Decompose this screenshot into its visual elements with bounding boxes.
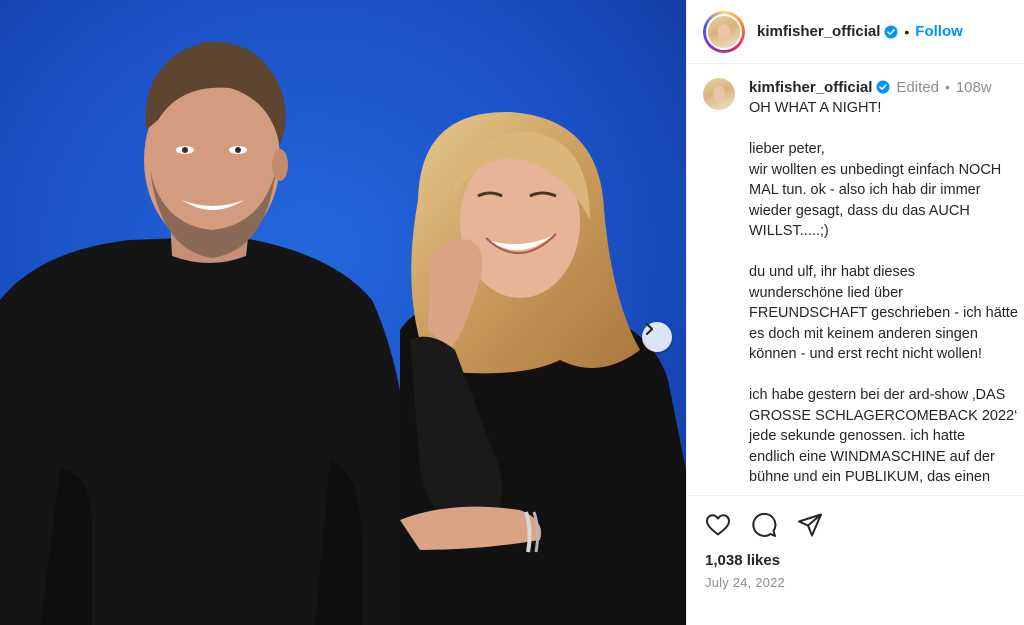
post-date[interactable]: July 24, 2022 — [705, 575, 785, 590]
verified-badge-icon — [876, 80, 890, 94]
photo-illustration — [0, 0, 686, 625]
post-side-panel: kimfisher_official • Follow kimfisher_of… — [686, 0, 1024, 625]
follow-button[interactable]: Follow — [915, 23, 963, 40]
post-age[interactable]: 108w — [956, 79, 992, 96]
post-photo — [0, 0, 686, 625]
actions-bar — [687, 495, 1024, 554]
caption-text: OH WHAT A NIGHT! lieber peter, wir wollt… — [749, 100, 1018, 485]
separator-dot: • — [904, 23, 910, 40]
likes-count[interactable]: 1,038 likes — [705, 552, 780, 569]
action-icons — [687, 496, 1024, 554]
chevron-right-icon — [645, 322, 654, 336]
caption-row: kimfisher_official Edited • 108w OH WHAT… — [703, 76, 1024, 488]
caption-area[interactable]: kimfisher_official Edited • 108w OH WHAT… — [703, 76, 1024, 494]
verified-badge-icon — [884, 25, 898, 39]
next-image-button[interactable] — [642, 322, 672, 352]
profile-avatar-ring[interactable] — [703, 10, 745, 53]
comment-icon[interactable] — [751, 512, 777, 538]
avatar — [706, 13, 742, 50]
caption-head: kimfisher_official Edited • 108w — [749, 76, 1024, 98]
caption-body: kimfisher_official Edited • 108w OH WHAT… — [749, 76, 1024, 488]
edited-label: Edited — [896, 78, 939, 96]
heart-icon[interactable] — [705, 513, 731, 537]
post-header: kimfisher_official • Follow — [687, 0, 1024, 64]
caption-username[interactable]: kimfisher_official — [749, 79, 872, 96]
separator-dot: • — [944, 79, 950, 95]
header-username[interactable]: kimfisher_official — [757, 23, 880, 40]
caption-avatar[interactable] — [703, 78, 735, 110]
share-icon[interactable] — [797, 512, 823, 538]
